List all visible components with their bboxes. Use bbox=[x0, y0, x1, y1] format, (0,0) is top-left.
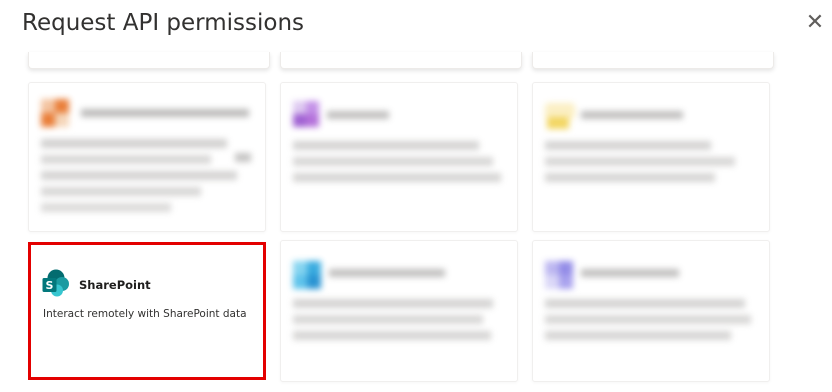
blurred-card-content bbox=[533, 83, 769, 231]
api-card-partial[interactable] bbox=[280, 52, 522, 69]
api-card-blurred[interactable] bbox=[532, 240, 770, 382]
sharepoint-logo-icon: S bbox=[42, 269, 69, 297]
blurred-card-content bbox=[29, 83, 265, 231]
sharepoint-card-title: SharePoint bbox=[79, 278, 151, 292]
close-icon[interactable]: ✕ bbox=[804, 12, 826, 34]
api-card-blurred[interactable] bbox=[280, 82, 518, 232]
blurred-card-content bbox=[533, 241, 769, 381]
sharepoint-api-card[interactable]: S SharePoint Interact remotely with Shar… bbox=[28, 242, 266, 380]
api-card-partial[interactable] bbox=[532, 52, 774, 69]
svg-text:S: S bbox=[46, 279, 54, 292]
api-card-blurred[interactable] bbox=[28, 82, 266, 232]
dialog-title: Request API permissions bbox=[22, 10, 305, 36]
blurred-card-content bbox=[281, 241, 517, 381]
api-card-blurred[interactable] bbox=[280, 240, 518, 382]
api-card-partial[interactable] bbox=[28, 52, 270, 69]
api-card-blurred[interactable] bbox=[532, 82, 770, 232]
sharepoint-card-description: Interact remotely with SharePoint data bbox=[43, 308, 247, 320]
blurred-card-content bbox=[281, 83, 517, 231]
request-api-permissions-dialog: Request API permissions ✕ S SharePoint I… bbox=[0, 0, 832, 392]
